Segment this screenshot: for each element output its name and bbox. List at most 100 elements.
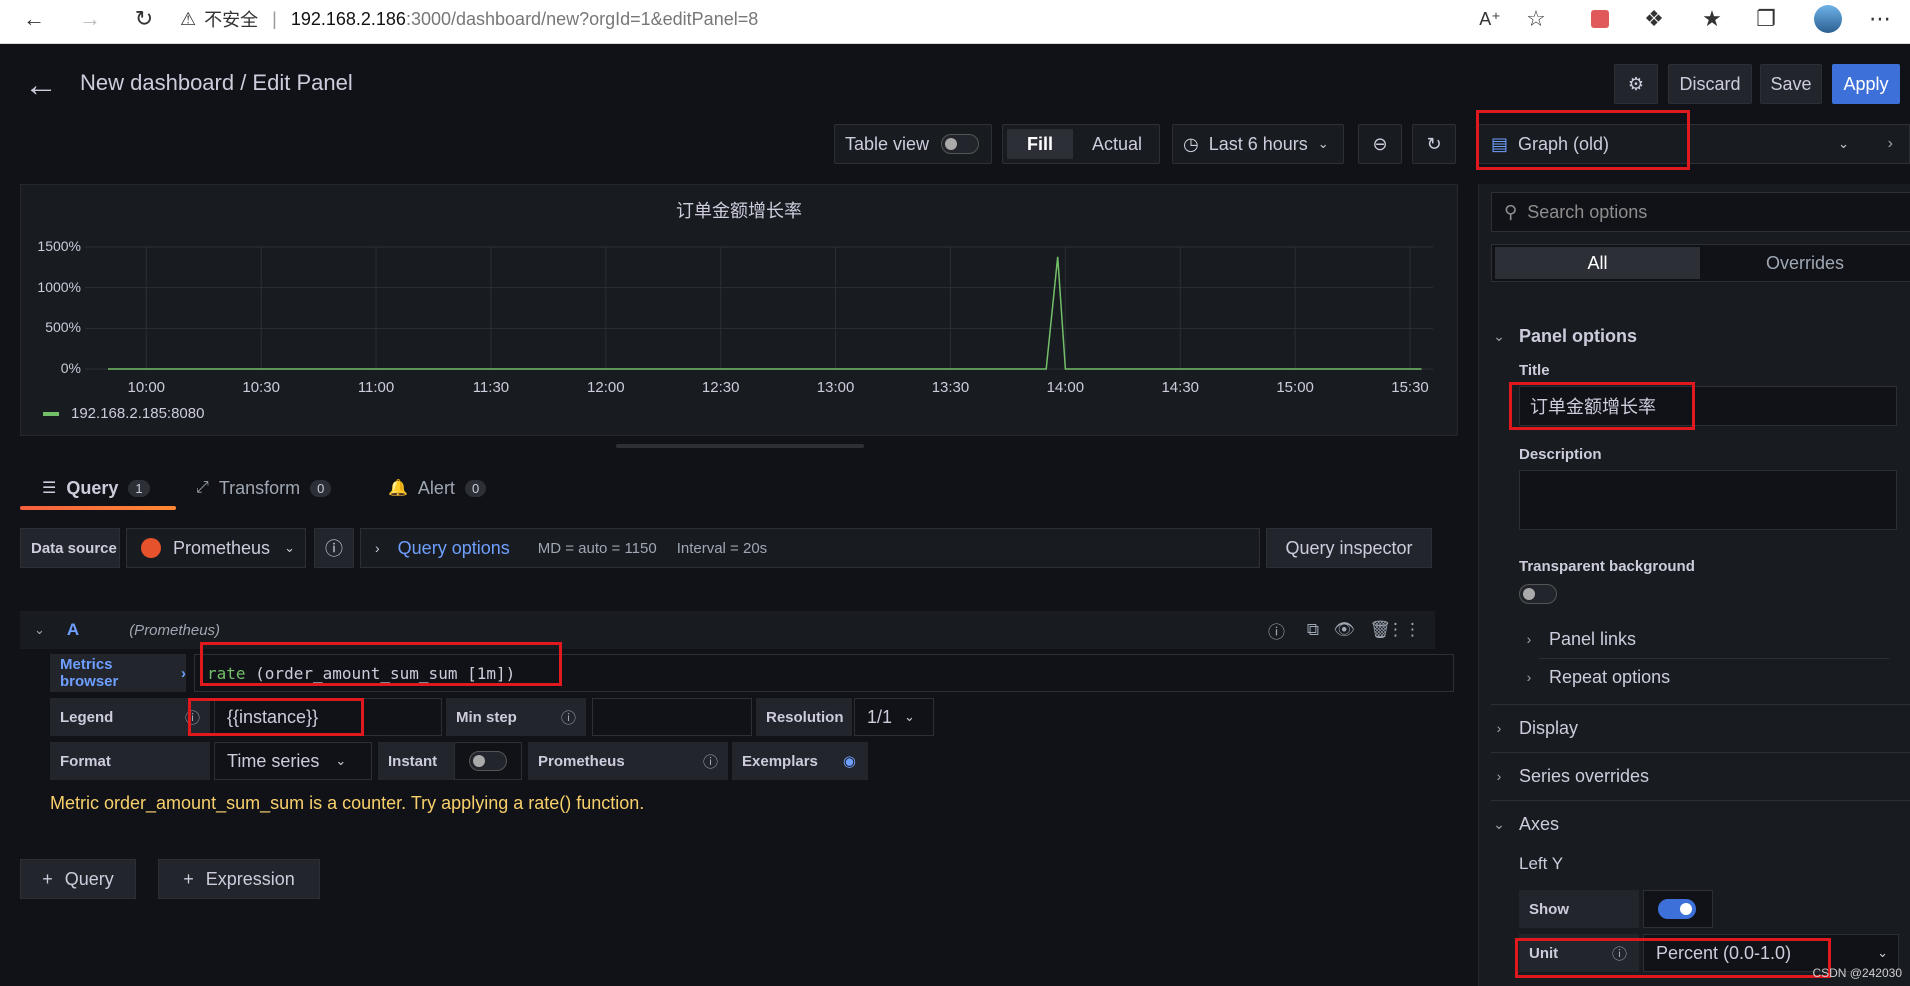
table-view-switch[interactable] xyxy=(941,134,980,154)
fill-button[interactable]: Fill xyxy=(1007,129,1073,159)
instant-toggle[interactable] xyxy=(454,742,522,780)
time-range-picker[interactable]: ◷ Last 6 hours ⌄ xyxy=(1172,124,1344,164)
plus-icon: + xyxy=(183,868,194,889)
zoom-out-icon[interactable]: ⊖ xyxy=(1358,124,1402,164)
format-select[interactable]: Time series ⌄ xyxy=(214,742,372,780)
metrics-browser-button[interactable]: Metrics browser › xyxy=(50,654,186,692)
back-arrow-icon[interactable]: ← xyxy=(24,68,58,102)
options-tabs: All Overrides xyxy=(1491,244,1910,282)
datasource-picker[interactable]: Prometheus ⌄ xyxy=(126,528,306,568)
table-view-toggle[interactable]: Table view xyxy=(834,124,992,164)
datasource-label: Data source xyxy=(20,528,120,568)
tab-alert[interactable]: 🔔 Alert 0 xyxy=(388,466,487,510)
bell-icon: 🔔 xyxy=(388,480,408,497)
query-options-link[interactable]: Query options xyxy=(398,538,510,559)
show-switch[interactable] xyxy=(1643,890,1713,928)
section-series-overrides[interactable]: › Series overrides xyxy=(1479,758,1910,794)
prometheus-icon xyxy=(141,538,161,558)
tab-overrides[interactable]: Overrides xyxy=(1700,253,1910,274)
collections-icon[interactable]: ❐ xyxy=(1746,0,1786,38)
favorites-icon[interactable]: ★ xyxy=(1692,0,1732,38)
query-expression-input[interactable]: rate (order_amount_sum_sum [1m]) xyxy=(194,654,1454,692)
expr-function: rate xyxy=(207,663,246,683)
chevron-down-icon: ⌄ xyxy=(335,753,347,768)
settings-gear-icon[interactable]: ⚙ xyxy=(1614,64,1658,104)
time-range-label: Last 6 hours xyxy=(1208,133,1308,154)
legend-input[interactable]: {{instance}} xyxy=(214,698,442,736)
actual-button[interactable]: Actual xyxy=(1077,134,1157,155)
graph-plot xyxy=(85,246,1433,370)
save-button[interactable]: Save xyxy=(1760,64,1822,104)
browser-reload-icon[interactable]: ↻ xyxy=(124,0,164,38)
help-icon[interactable]: ⓘ xyxy=(1268,618,1285,643)
chevron-right-icon: › xyxy=(181,664,186,682)
description-textarea[interactable] xyxy=(1519,470,1897,530)
title-input[interactable]: 订单金额增长率 xyxy=(1519,386,1897,426)
add-expression-button[interactable]: + Expression xyxy=(158,859,320,899)
instant-label: Instant xyxy=(378,742,454,780)
eye-icon: ◉ xyxy=(842,753,856,770)
x-tick-label: 10:30 xyxy=(242,379,280,396)
query-inspector-button[interactable]: Query inspector xyxy=(1266,528,1432,568)
resolution-select[interactable]: 1/1 ⌄ xyxy=(854,698,934,736)
url-host: 192.168.2.186 xyxy=(290,8,406,29)
legend-swatch xyxy=(43,411,59,416)
x-tick-label: 13:00 xyxy=(816,379,855,396)
puzzle-extensions-icon[interactable]: ❖ xyxy=(1634,0,1674,38)
extension-icon[interactable] xyxy=(1580,0,1620,38)
drag-handle-icon[interactable]: ⋮⋮ xyxy=(1387,620,1421,640)
interval-info: Interval = 20s xyxy=(676,539,768,557)
min-step-input[interactable] xyxy=(592,698,752,736)
query-ref-id[interactable]: A xyxy=(67,620,79,640)
section-axes[interactable]: ⌄ Axes xyxy=(1479,806,1910,842)
read-aloud-icon[interactable]: A⁺ xyxy=(1470,0,1510,38)
help-icon[interactable]: ⓘ xyxy=(314,528,354,568)
exemplars-toggle[interactable]: Exemplars ◉ xyxy=(732,742,868,780)
plus-icon: + xyxy=(42,868,53,889)
tab-query[interactable]: ☰ Query 1 xyxy=(42,466,150,510)
browser-forward-icon[interactable]: → xyxy=(70,0,110,38)
favorite-add-icon[interactable]: ☆ xyxy=(1516,0,1556,38)
add-query-button[interactable]: + Query xyxy=(20,859,136,899)
section-panel-links[interactable]: › Panel links xyxy=(1509,624,1889,654)
eye-icon[interactable]: 👁 xyxy=(1333,620,1355,640)
search-options-input[interactable]: ⚲ Search options xyxy=(1491,192,1910,232)
duplicate-icon[interactable]: ⧉ xyxy=(1307,620,1319,640)
legend-item[interactable]: 192.168.2.185:8080 xyxy=(43,405,204,422)
section-repeat-options[interactable]: › Repeat options xyxy=(1509,662,1889,692)
chevron-right-icon: › xyxy=(1526,631,1532,647)
left-y-heading: Left Y xyxy=(1519,854,1564,873)
transparent-bg-switch[interactable] xyxy=(1519,584,1557,609)
apply-button[interactable]: Apply xyxy=(1832,64,1900,104)
prometheus-type-label: Prometheus ⓘ xyxy=(528,742,728,780)
legend-label: 192.168.2.185:8080 xyxy=(71,405,205,422)
x-tick-label: 15:30 xyxy=(1391,379,1429,396)
table-view-label: Table view xyxy=(845,133,930,154)
y-tick-label: 0% xyxy=(60,360,81,376)
profile-avatar[interactable] xyxy=(1808,0,1848,38)
description-label: Description xyxy=(1519,446,1602,463)
unit-label: Unit ⓘ xyxy=(1519,934,1639,972)
resize-handle[interactable] xyxy=(616,444,864,448)
discard-button[interactable]: Discard xyxy=(1668,64,1752,104)
collapse-pane-icon[interactable]: › xyxy=(1888,135,1893,153)
address-bar[interactable]: ⚠ 不安全 | 192.168.2.186:3000/dashboard/new… xyxy=(180,0,1520,38)
clock-icon: ◷ xyxy=(1183,133,1199,154)
x-tick-label: 11:30 xyxy=(472,379,510,396)
tab-transform[interactable]: ⤢ Transform 0 xyxy=(196,466,332,510)
chevron-right-icon: › xyxy=(1496,768,1502,784)
transform-icon: ⤢ xyxy=(196,479,209,496)
refresh-icon[interactable]: ↻ xyxy=(1412,124,1456,164)
search-icon: ⚲ xyxy=(1504,201,1518,222)
collapse-chevron-icon[interactable]: ⌄ xyxy=(34,622,45,638)
tab-all[interactable]: All xyxy=(1495,247,1700,279)
visualization-picker[interactable]: ▤ Graph (old) ⌄ › xyxy=(1478,124,1910,164)
section-display[interactable]: › Display xyxy=(1479,710,1910,746)
browser-back-icon[interactable]: ← xyxy=(14,0,54,38)
query-options-bar[interactable]: › Query options MD = auto = 1150 Interva… xyxy=(360,528,1260,568)
browser-menu-icon[interactable]: ⋯ xyxy=(1860,0,1900,38)
fill-actual-switch: Fill Actual xyxy=(1002,124,1160,164)
chevron-down-icon: ⌄ xyxy=(1877,945,1888,960)
browser-toolbar: ← → ↻ ⚠ 不安全 | 192.168.2.186:3000/dashboa… xyxy=(0,0,1910,44)
section-panel-options[interactable]: ⌄ Panel options xyxy=(1479,318,1910,354)
